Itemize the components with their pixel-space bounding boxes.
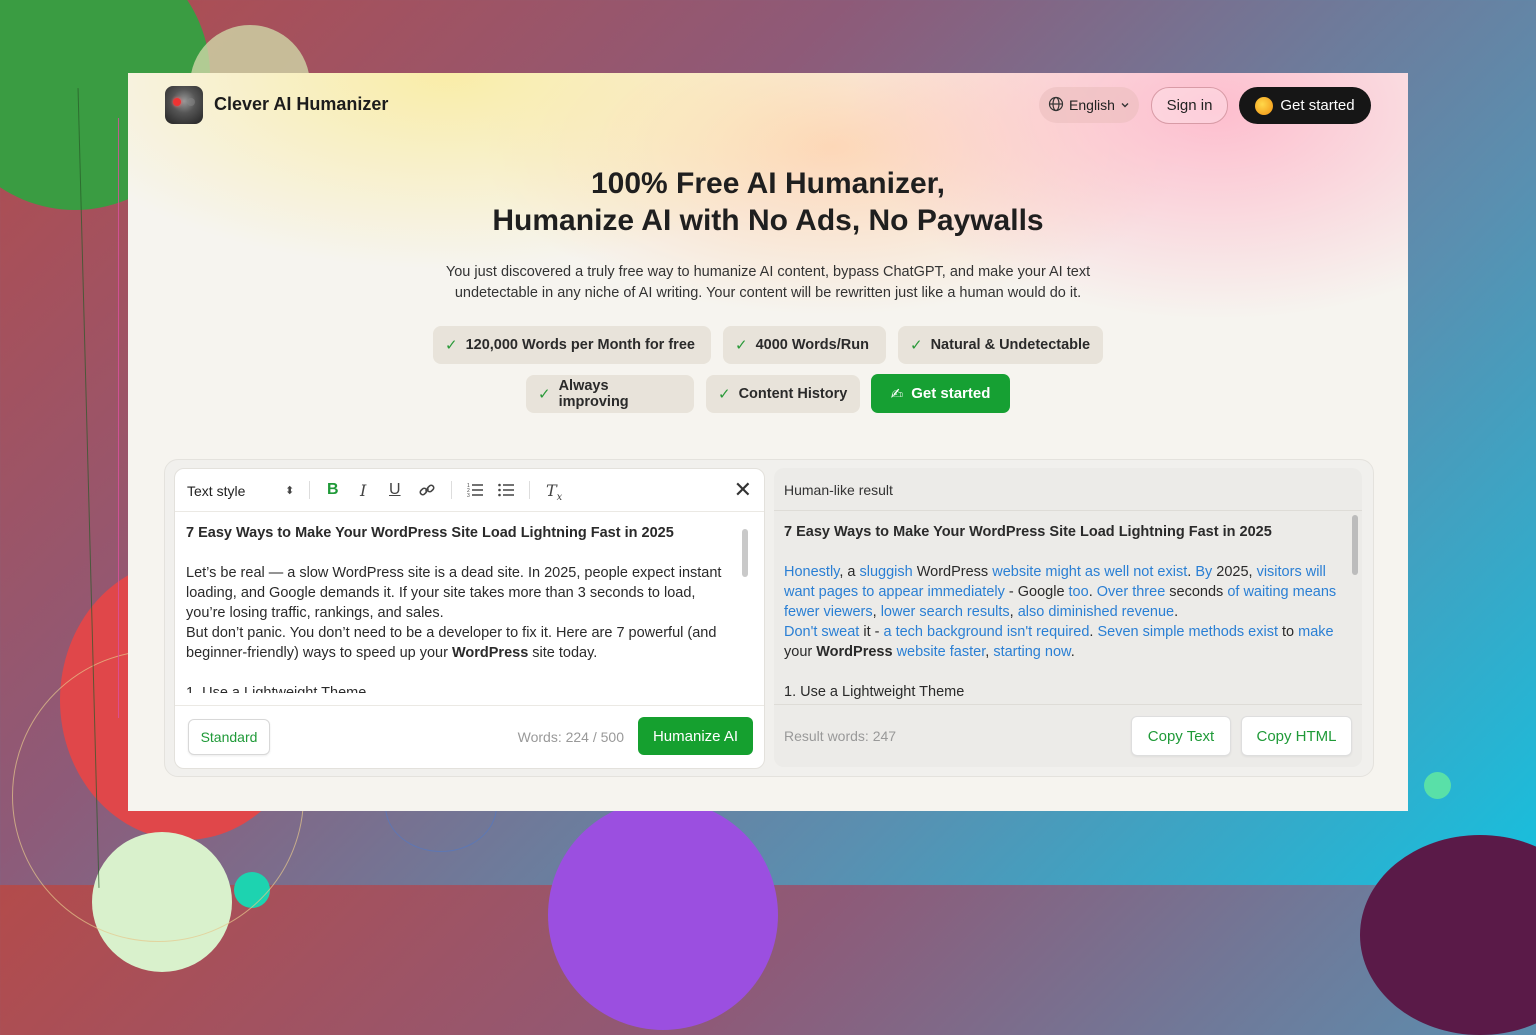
toolbar-divider	[529, 481, 530, 499]
editor-bold-text: WordPress	[451, 645, 529, 661]
underline-icon[interactable]: U	[389, 481, 401, 499]
editor-paragraph: Let’s be real — a slow WordPress site is…	[186, 565, 722, 621]
hero-subtitle: You just discovered a truly free way to …	[418, 262, 1118, 304]
feature-label: 120,000 Words per Month for free	[465, 337, 695, 353]
hero-subtitle-line2: undetectable in any niche of AI writing.…	[454, 285, 1082, 301]
result-paragraph: Don't sweat it - a tech background isn't…	[784, 624, 1334, 660]
copy-html-button[interactable]: Copy HTML	[1241, 716, 1352, 756]
check-icon: ✓	[735, 337, 748, 354]
editor-paragraph: But don’t panic. You don’t need to be a …	[186, 623, 738, 663]
check-icon: ✓	[910, 337, 923, 354]
result-heading: 7 Easy Ways to Make Your WordPress Site …	[784, 524, 1272, 540]
feature-label: 4000 Words/Run	[755, 337, 869, 353]
feature-pill: ✓ Always improving	[526, 375, 694, 413]
get-started-button[interactable]: Get started	[1239, 87, 1371, 124]
editor-footer: Standard Words: 224 / 500 Humanize AI	[175, 705, 764, 768]
feature-label: Content History	[738, 386, 848, 402]
result-footer: Result words: 247 Copy Text Copy HTML	[774, 704, 1362, 767]
chevron-down-icon	[1120, 97, 1130, 113]
hero-title-line2: Humanize AI with No Ads, No Paywalls	[492, 204, 1044, 237]
feature-pill: ✓ Natural & Undetectable	[898, 326, 1103, 364]
editor-content[interactable]: 7 Easy Ways to Make Your WordPress Site …	[186, 523, 738, 693]
ordered-list-icon[interactable]: 123	[466, 481, 484, 504]
humanize-button[interactable]: Humanize AI	[638, 717, 753, 755]
editor-heading: 7 Easy Ways to Make Your WordPress Site …	[186, 525, 674, 541]
language-label: English	[1069, 97, 1115, 113]
result-panel: Human-like result 7 Easy Ways to Make Yo…	[774, 468, 1362, 767]
feature-label: Always improving	[558, 378, 629, 410]
editor-text: site today.	[528, 645, 598, 661]
select-arrows-icon: ⬍	[285, 485, 295, 497]
result-word-count: Result words: 247	[784, 728, 897, 744]
get-started-cta-button[interactable]: ✍ Get started	[871, 374, 1010, 413]
feature-pill: ✓ 120,000 Words per Month for free	[433, 326, 711, 364]
result-list-item: 1. Use a Lightweight Theme	[784, 684, 965, 700]
editor-list-item: 1. Use a Lightweight Theme	[186, 685, 367, 693]
svg-text:3: 3	[467, 493, 470, 499]
result-title: Human-like result	[784, 482, 893, 498]
input-editor: Text style ⬍ B I U 123 Tx ✕ 7 Easy Ways …	[174, 468, 765, 769]
logo-icon[interactable]	[165, 86, 203, 124]
bg-circle-purple	[548, 800, 778, 1030]
writing-hand-icon: ✍	[890, 385, 904, 403]
check-icon: ✓	[718, 386, 731, 403]
link-icon[interactable]	[418, 481, 436, 504]
bold-icon[interactable]: B	[327, 481, 339, 499]
bg-circle-plum	[1360, 835, 1536, 1035]
bg-line	[118, 118, 119, 718]
bullet-list-icon[interactable]	[497, 481, 515, 504]
editor-scrollbar[interactable]	[742, 529, 748, 577]
result-paragraph: Honestly, a sluggish WordPress website m…	[784, 564, 1337, 620]
result-header: Human-like result	[774, 468, 1362, 511]
toolbar-divider	[451, 481, 452, 499]
italic-icon[interactable]: I	[360, 481, 366, 500]
check-icon: ✓	[538, 386, 551, 403]
rocket-emoji-icon	[1255, 96, 1274, 115]
toolbar-divider	[309, 481, 310, 499]
globe-icon	[1048, 96, 1064, 115]
cta-label: Get started	[911, 385, 991, 402]
feature-pill: ✓ 4000 Words/Run	[723, 326, 886, 364]
result-scrollbar[interactable]	[1352, 515, 1358, 575]
result-content[interactable]: 7 Easy Ways to Make Your WordPress Site …	[784, 522, 1339, 702]
hero-title-line1: 100% Free AI Humanizer,	[590, 167, 946, 200]
app-window: Clever AI Humanizer English Sign in Get …	[128, 73, 1408, 811]
sign-in-button[interactable]: Sign in	[1151, 87, 1228, 124]
copy-text-button[interactable]: Copy Text	[1131, 716, 1231, 756]
feature-label: Natural & Undetectable	[930, 337, 1091, 353]
word-count: Words: 224 / 500	[517, 729, 624, 745]
mode-standard-button[interactable]: Standard	[188, 719, 270, 755]
close-icon[interactable]: ✕	[734, 477, 752, 503]
get-started-label: Get started	[1280, 97, 1355, 114]
brand-name[interactable]: Clever AI Humanizer	[214, 94, 388, 115]
text-style-select[interactable]: Text style	[187, 483, 245, 499]
bg-circle-mint	[1424, 772, 1451, 799]
feature-pill: ✓ Content History	[706, 375, 860, 413]
editor-toolbar: Text style ⬍ B I U 123 Tx ✕	[175, 469, 764, 512]
hero-subtitle-line1: You just discovered a truly free way to …	[445, 264, 1091, 280]
check-icon: ✓	[445, 337, 458, 354]
language-selector[interactable]: English	[1039, 87, 1139, 123]
clear-format-icon[interactable]: Tx	[546, 481, 562, 503]
